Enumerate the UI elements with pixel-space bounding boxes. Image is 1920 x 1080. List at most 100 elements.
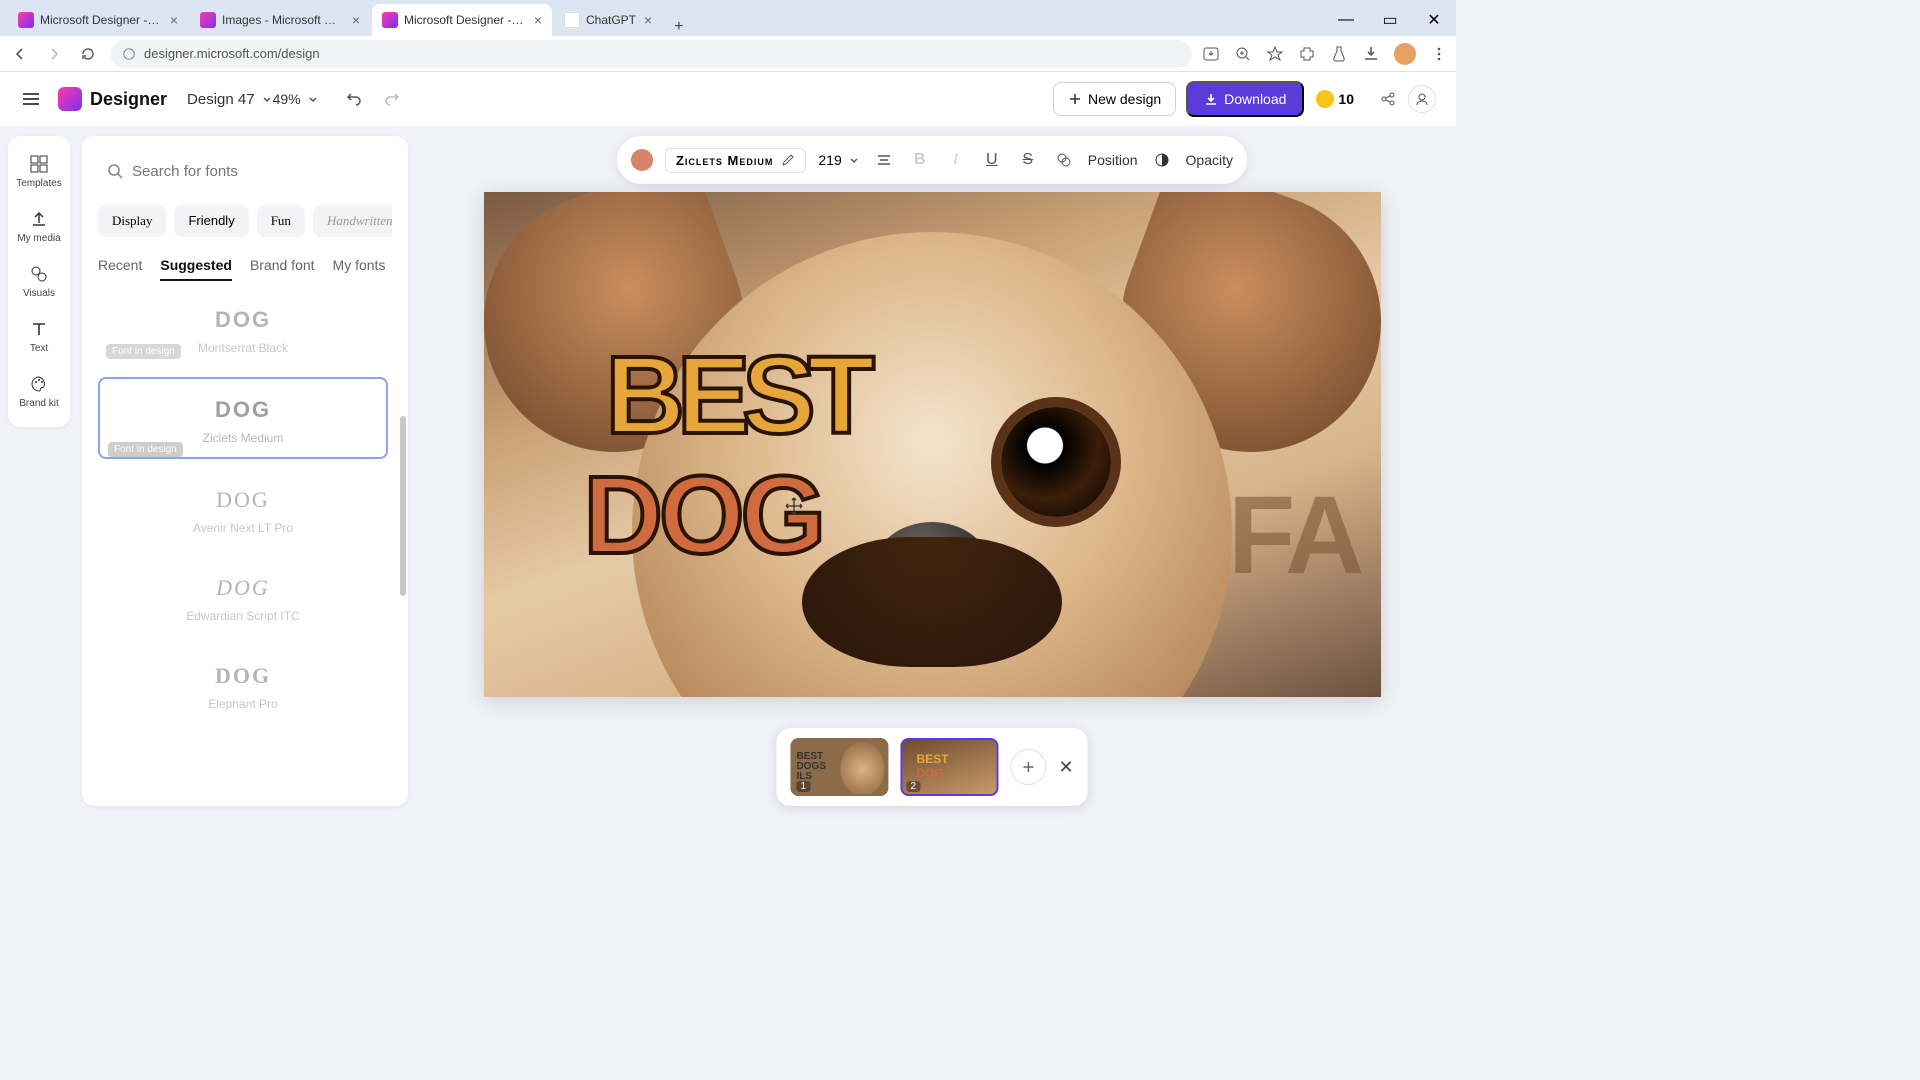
close-icon[interactable]: × [352,12,360,28]
zoom-value: 49% [273,91,301,107]
upload-icon [29,209,49,229]
chevron-down-icon [261,93,273,105]
rail-label: Visuals [23,288,55,299]
font-item[interactable]: DOG Edwardian Script ITC [98,557,388,635]
redo-button[interactable] [377,84,407,114]
plus-icon [1020,759,1036,775]
underline-button[interactable]: U [980,148,1004,172]
forward-button[interactable] [42,42,66,66]
close-icon[interactable]: × [534,12,542,28]
tab-2[interactable]: Images - Microsoft Designer × [190,4,370,36]
effects-button[interactable] [1052,148,1076,172]
font-search[interactable] [98,152,392,191]
scrollbar-thumb[interactable] [400,416,406,596]
page-thumb-1[interactable]: BEST DOGS ILS 1 [790,738,888,796]
tab-brand-font[interactable]: Brand font [250,251,315,281]
chevron-down-icon [307,93,319,105]
button-label: New design [1088,91,1161,107]
minimize-button[interactable]: — [1324,4,1368,36]
position-button[interactable]: Position [1088,152,1138,168]
templates-icon [29,154,49,174]
tab-recent[interactable]: Recent [98,251,142,281]
tab-1[interactable]: Microsoft Designer - Stunning × [8,4,188,36]
rail-brand-kit[interactable]: Brand kit [8,364,70,419]
opacity-button[interactable]: Opacity [1186,152,1233,168]
main-area: Templates My media Visuals Text Brand ki… [0,126,1456,816]
font-sample: DOG [110,397,376,423]
page-thumb-2[interactable]: BEST DOG 2 [900,738,998,796]
font-item[interactable]: DOG Elephant Pro [98,645,388,723]
designer-logo [58,87,82,111]
toolbar-icons [1202,43,1448,65]
font-tabs: Recent Suggested Brand font My fonts [98,251,392,281]
rail-my-media[interactable]: My media [8,199,70,254]
italic-button[interactable]: I [944,148,968,172]
new-tab-button[interactable]: + [664,18,693,36]
tab-title: Microsoft Designer - Stunning [404,13,526,27]
reload-button[interactable] [76,42,100,66]
rail-label: My media [17,233,60,244]
menu-button[interactable] [20,88,42,110]
design-name-dropdown[interactable]: Design 47 [187,91,273,108]
rail-templates[interactable]: Templates [8,144,70,199]
new-design-button[interactable]: New design [1053,82,1176,116]
text-color-swatch[interactable] [631,149,653,171]
tab-4[interactable]: ChatGPT × [554,4,662,36]
strike-button[interactable]: S [1016,148,1040,172]
tab-title: Images - Microsoft Designer [222,13,344,27]
cat-display[interactable]: Display [98,205,166,237]
button-label: Download [1224,91,1286,107]
cat-friendly[interactable]: Friendly [174,205,248,237]
rail-visuals[interactable]: Visuals [8,254,70,309]
downloads-icon[interactable] [1362,45,1380,63]
search-input[interactable] [132,163,384,180]
install-icon[interactable] [1202,45,1220,63]
zoom-control[interactable]: 49% [273,91,319,107]
font-list[interactable]: DOG Montserrat Black Font in design DOG … [98,289,392,790]
tab-my-fonts[interactable]: My fonts [333,251,386,281]
text-toolbar: Ziclets Medium 219 B I U S Position Opac… [617,136,1247,184]
font-item[interactable]: DOG Avenir Next LT Pro [98,469,388,547]
undo-button[interactable] [339,84,369,114]
favicon [18,12,34,28]
font-selector[interactable]: Ziclets Medium [665,148,806,173]
maximize-button[interactable]: ▭ [1368,4,1412,36]
design-name-text: Design 47 [187,91,255,108]
coins-counter[interactable]: 10 [1316,90,1354,108]
share-button[interactable] [1374,85,1402,113]
coin-icon [1316,90,1334,108]
add-page-button[interactable] [1010,749,1046,785]
zoom-icon[interactable] [1234,45,1252,63]
artboard[interactable]: BEST DOG FA [484,192,1381,697]
font-size-selector[interactable]: 219 [818,152,859,168]
align-button[interactable] [872,148,896,172]
profile-avatar[interactable] [1394,43,1416,65]
cat-handwritten[interactable]: Handwritten [313,205,392,237]
labs-icon[interactable] [1330,45,1348,63]
close-pages-button[interactable]: ✕ [1058,757,1073,778]
rail-text[interactable]: Text [8,309,70,364]
text-fa[interactable]: FA [1228,472,1361,599]
text-best[interactable]: BEST [606,332,867,459]
bold-button[interactable]: B [908,148,932,172]
extensions-icon[interactable] [1298,45,1316,63]
edit-icon [781,153,795,167]
cat-fun[interactable]: Fun [257,205,305,237]
page-number: 2 [906,781,920,792]
visuals-icon [29,264,49,284]
bookmark-icon[interactable] [1266,45,1284,63]
url-field[interactable]: designer.microsoft.com/design [110,40,1192,68]
close-icon[interactable]: × [170,12,178,28]
download-button[interactable]: Download [1186,81,1304,117]
font-item[interactable]: DOG Montserrat Black Font in design [98,289,388,367]
close-window-button[interactable]: ✕ [1412,4,1456,36]
menu-icon[interactable] [1430,45,1448,63]
url-text: designer.microsoft.com/design [144,46,320,61]
account-button[interactable] [1408,85,1436,113]
tab-3[interactable]: Microsoft Designer - Stunning × [372,4,552,36]
tab-suggested[interactable]: Suggested [160,251,232,281]
font-sample: DOG [108,575,378,601]
font-item-selected[interactable]: DOG Ziclets Medium Font in design [98,377,388,459]
back-button[interactable] [8,42,32,66]
close-icon[interactable]: × [644,12,652,28]
